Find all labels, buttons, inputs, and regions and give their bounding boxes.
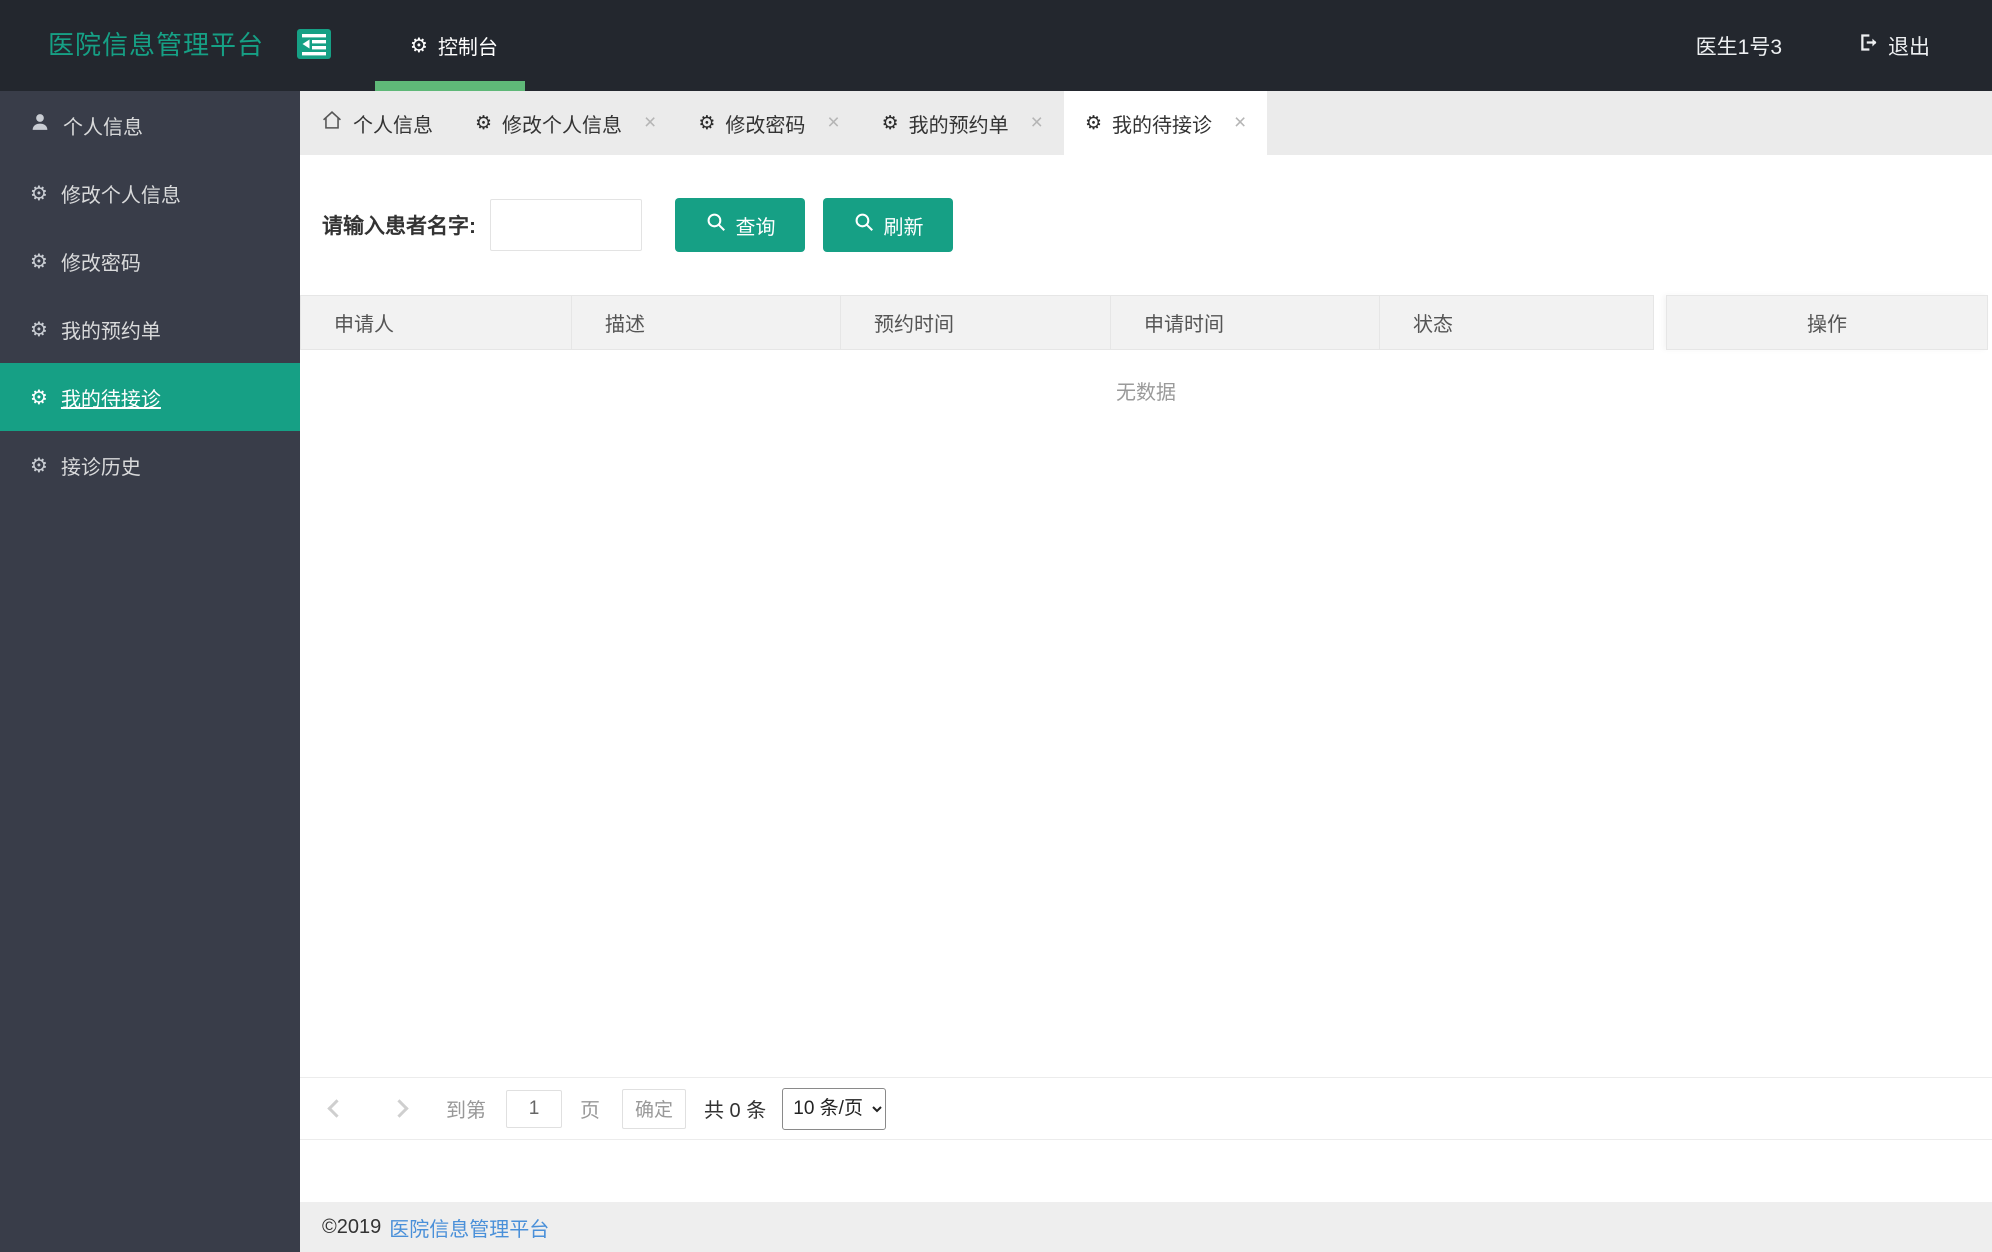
empty-state-text: 无数据 [1116, 382, 1176, 404]
tab-my-pending-visits[interactable]: ⚙ 我的待接诊 × [1063, 91, 1268, 155]
gear-icon: ⚙ [881, 112, 899, 134]
current-user[interactable]: 医生1号3 [1696, 31, 1782, 61]
chevron-left-icon[interactable] [327, 1099, 346, 1118]
main-content: 个人信息 ⚙ 修改个人信息 × ⚙ 修改密码 × ⚙ 我的预约单 × ⚙ 我的待… [300, 91, 1992, 1252]
close-icon[interactable]: × [1234, 111, 1246, 135]
goto-page-label: 到第 [446, 1100, 486, 1122]
nav-console-label: 控制台 [437, 37, 498, 59]
user-icon [30, 112, 50, 138]
sidebar-item-my-pending-visits[interactable]: ⚙ 我的待接诊 [0, 363, 300, 431]
sidebar-item-label: 接诊历史 [60, 456, 141, 479]
sidebar-item-my-appointments[interactable]: ⚙ 我的预约单 [0, 295, 300, 363]
tab-label: 我的预约单 [908, 114, 1009, 137]
sidebar-item-label: 个人信息 [63, 116, 143, 139]
copyright-text: ©2019 [322, 1215, 382, 1238]
tab-change-password[interactable]: ⚙ 修改密码 × [677, 91, 860, 155]
nav-console[interactable]: ⚙ 控制台 [396, 0, 512, 91]
gear-icon: ⚙ [1084, 112, 1102, 134]
search-icon [705, 211, 727, 239]
close-icon[interactable]: × [644, 111, 656, 135]
tab-edit-personal-info[interactable]: ⚙ 修改个人信息 × [454, 91, 677, 155]
tab-label: 修改个人信息 [502, 114, 623, 137]
total-count-label: 共 0 条 [704, 1100, 767, 1122]
tab-label: 个人信息 [353, 114, 433, 137]
sidebar-item-label: 修改密码 [60, 252, 141, 275]
tab-my-appointments[interactable]: ⚙ 我的预约单 × [861, 91, 1064, 155]
sidebar-item-change-password[interactable]: ⚙ 修改密码 [0, 227, 300, 295]
sidebar-item-label: 修改个人信息 [60, 184, 181, 207]
active-nav-indicator [375, 81, 525, 91]
footer-platform-link[interactable]: 医院信息管理平台 [389, 1213, 549, 1242]
outdent-icon [297, 29, 331, 63]
search-label: 请输入患者名字: [322, 215, 476, 238]
column-header-actions: 操作 [1666, 295, 1988, 350]
gear-icon: ⚙ [475, 112, 493, 134]
query-button-label: 查询 [735, 216, 776, 239]
home-icon [321, 109, 343, 137]
query-button[interactable]: 查询 [675, 198, 805, 252]
page-size-select[interactable]: 10 条/页 [782, 1087, 887, 1130]
refresh-button[interactable]: 刷新 [823, 198, 953, 252]
fixed-column-gap [1654, 295, 1666, 350]
logout-icon [1858, 32, 1879, 59]
gear-icon: ⚙ [410, 35, 428, 57]
chevron-right-icon[interactable] [390, 1099, 409, 1118]
tab-bar: 个人信息 ⚙ 修改个人信息 × ⚙ 修改密码 × ⚙ 我的预约单 × ⚙ 我的待… [300, 91, 1992, 155]
page-footer: ©2019 医院信息管理平台 [300, 1202, 1992, 1252]
table-header: 申请人 描述 预约时间 申请时间 状态 操作 [300, 295, 1992, 350]
tab-personal-info[interactable]: 个人信息 [300, 91, 454, 155]
close-icon[interactable]: × [1031, 111, 1043, 135]
page-unit-label: 页 [580, 1100, 600, 1122]
gear-icon: ⚙ [30, 318, 48, 341]
gear-icon: ⚙ [30, 182, 48, 205]
refresh-button-label: 刷新 [883, 216, 924, 239]
logout-button[interactable]: 退出 [1858, 31, 1930, 61]
sidebar-item-edit-personal-info[interactable]: ⚙ 修改个人信息 [0, 159, 300, 227]
logout-label: 退出 [1888, 35, 1930, 59]
sidebar-collapse-button[interactable] [297, 29, 331, 59]
sidebar-item-visit-history[interactable]: ⚙ 接诊历史 [0, 431, 300, 499]
pagination-bar: 到第 页 确定 共 0 条 10 条/页 [300, 1077, 1992, 1140]
gear-icon: ⚙ [698, 112, 716, 134]
column-header-apply-time: 申请时间 [1110, 295, 1380, 350]
patient-name-input[interactable] [490, 199, 642, 251]
sidebar: 个人信息 ⚙ 修改个人信息 ⚙ 修改密码 ⚙ 我的预约单 ⚙ 我的待接诊 ⚙ 接… [0, 91, 300, 1252]
tab-label: 修改密码 [725, 114, 806, 137]
gear-icon: ⚙ [30, 250, 48, 273]
search-icon [853, 211, 875, 239]
gear-icon: ⚙ [30, 454, 48, 477]
column-header-applicant: 申请人 [300, 295, 572, 350]
column-header-description: 描述 [571, 295, 841, 350]
column-header-appointment-time: 预约时间 [840, 295, 1111, 350]
sidebar-item-personal-info[interactable]: 个人信息 [0, 91, 300, 159]
sidebar-item-label: 我的预约单 [60, 320, 161, 343]
app-logo: 医院信息管理平台 [48, 30, 265, 60]
tab-label: 我的待接诊 [1111, 114, 1212, 137]
close-icon[interactable]: × [827, 111, 839, 135]
column-header-status: 状态 [1379, 295, 1654, 350]
sidebar-item-label: 我的待接诊 [60, 388, 161, 411]
topbar-right: 医生1号3 退出 [1696, 0, 1930, 91]
confirm-page-button[interactable]: 确定 [622, 1088, 686, 1129]
page-number-input[interactable] [506, 1089, 562, 1128]
search-row: 请输入患者名字: 查询 刷新 [300, 155, 1992, 295]
topbar: 医院信息管理平台 ⚙ 控制台 医生1号3 退出 [0, 0, 1992, 91]
gear-icon: ⚙ [30, 386, 48, 409]
